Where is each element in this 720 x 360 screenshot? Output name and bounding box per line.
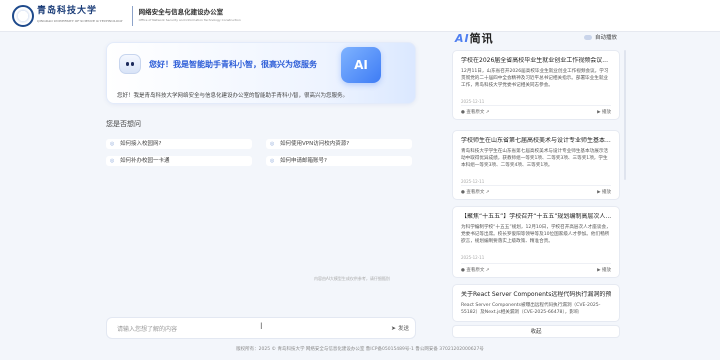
faq-item-campus-network[interactable]: 如何接入校园网? [106,139,252,149]
office-name-en: Office of Network Security and Informati… [138,17,241,22]
view-original-link[interactable]: ● 查看原文 ↗ [461,190,490,195]
news-card-summary: React Server Components被曝出远程代码执行漏洞（CVE-2… [461,303,601,315]
news-title-text: 简讯 [469,32,494,45]
view-original-link[interactable]: ● 查看原文 ↗ [461,268,490,273]
play-button[interactable]: ▶ 播放 [597,267,611,273]
autoplay-label: 自动播放 [595,35,618,41]
top-header: 青岛科技大学 QINGDAO UNIVERSITY OF SCIENCE & T… [0,0,720,32]
chat-input-bar[interactable]: 请输入您想了解的内容 I ➤ 发送 [106,317,416,339]
news-card-summary: 12月11日，山东省召开2026届高校毕业生就业创业工作视频会议。学习贯彻党的二… [461,69,609,88]
faq-item-campus-card[interactable]: 如何补办校园一卡通 [106,156,252,166]
play-button[interactable]: ▶ 播放 [597,189,611,195]
university-name-cn: 青岛科技大学 [37,5,98,16]
intro-text: 您好！我是青岛科技大学网络安全与信息化建设办公室的智能助手青科小智，很高兴为您服… [117,93,349,99]
ai-badge-icon: AI [341,47,381,83]
news-panel-title: AI简讯 [455,30,494,46]
faq-item-vpn[interactable]: 如何使用VPN访问校内资源? [266,139,412,149]
news-card-summary: 青岛科技大学学生在山东省第七届高校美术与设计专业师生基本功展示活动中取得优异成绩… [461,149,609,168]
footer: 版权所有：2025 © 青岛科技大学 网络安全与信息化建设办公室 鲁ICP备05… [236,347,484,352]
university-name: 青岛科技大学 QINGDAO UNIVERSITY OF SCIENCE & T… [37,6,123,26]
header-divider [131,5,133,26]
send-button[interactable]: ➤ 发送 [391,324,409,332]
play-label: 播放 [602,110,611,115]
play-label: 播放 [602,190,611,195]
news-card-footer: ● 查看原文 ↗ ▶ 播放 [461,263,611,273]
news-card-title[interactable]: 关于React Server Components远程代码执行漏洞的预... [461,291,611,299]
news-card[interactable]: 关于React Server Components远程代码执行漏洞的预... R… [452,284,620,322]
collapse-button[interactable]: 收起 [452,325,620,338]
university-name-en: QINGDAO UNIVERSITY OF SCIENCE & TECHNOLO… [37,18,123,23]
news-card-date: 2025-12-11 [461,255,485,260]
send-label: 发送 [397,326,409,332]
news-card-footer: ● 查看原文 ↗ ▶ 播放 [461,105,611,115]
ai-disclaimer: 内容由AI大模型生成仅供参考，请仔细甄别 [314,276,390,281]
office-name: 网络安全与信息化建设办公室 Office of Network Security… [139,8,241,24]
news-scrollbar[interactable] [624,50,626,180]
university-seal-logo [12,4,34,27]
faq-item-email[interactable]: 如何申请邮箱账号? [266,156,412,166]
play-button[interactable]: ▶ 播放 [597,109,611,115]
text-cursor-icon: I [260,322,263,332]
news-card-date: 2025-12-11 [461,179,485,184]
news-title-ai: AI [455,32,470,45]
news-card-title[interactable]: 【聚焦“十五五”】学校召开“十五五”规划编制高层次人... [461,213,611,221]
send-icon: ➤ [390,325,396,332]
news-card-date: 2025-12-11 [461,99,485,104]
welcome-card: 您好！我是智能助手青科小智，很高兴为您服务 AI 您好！我是青岛科技大学网络安全… [106,42,416,104]
news-card-summary: 为科学编制学校“十五五”规划，12月10日，学校召开高层次人才座谈会，党委书记等… [461,225,611,244]
toggle-switch-icon[interactable] [584,35,592,40]
news-card-footer: ● 查看原文 ↗ ▶ 播放 [461,185,611,195]
news-card[interactable]: 学校在2026届全省高校毕业生就业创业工作视频会议... 12月11日，山东省召… [452,50,620,120]
view-original-link[interactable]: ● 查看原文 ↗ [461,110,490,115]
play-label: 播放 [602,268,611,273]
faq-title: 您是否想问 [106,120,141,128]
office-name-cn: 网络安全与信息化建设办公室 [138,7,224,16]
greeting-text: 您好！我是智能助手青科小智，很高兴为您服务 [149,60,317,69]
news-card[interactable]: 学校师生在山东省第七届高校美术与设计专业师生基本... 青岛科技大学学生在山东省… [452,130,620,200]
robot-avatar-icon [119,54,141,74]
news-card-title[interactable]: 学校在2026届全省高校毕业生就业创业工作视频会议... [461,57,611,65]
news-card-title[interactable]: 学校师生在山东省第七届高校美术与设计专业师生基本... [461,137,611,145]
news-card[interactable]: 【聚焦“十五五”】学校召开“十五五”规划编制高层次人... 为科学编制学校“十五… [452,206,620,278]
chat-input[interactable]: 请输入您想了解的内容 [117,324,177,333]
autoplay-toggle[interactable]: 自动播放 [584,33,617,41]
